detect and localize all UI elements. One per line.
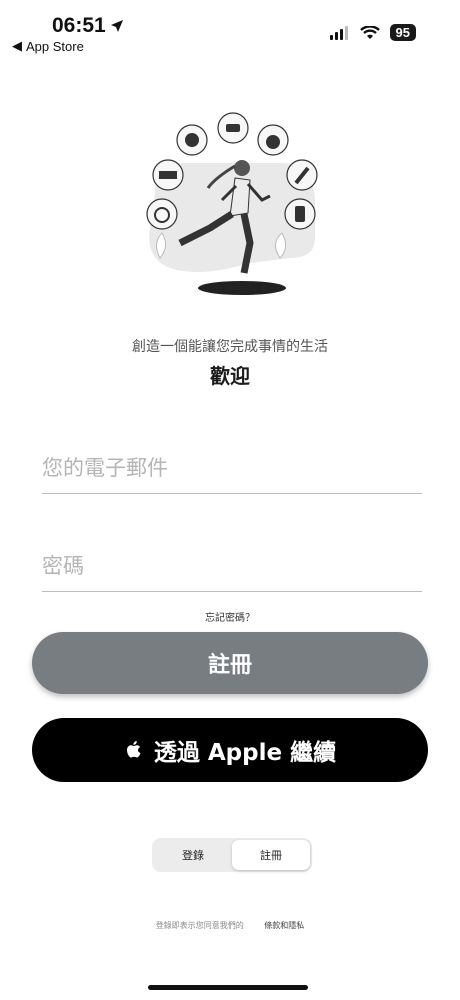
back-to-app-store[interactable]: ◀ App Store (12, 38, 84, 54)
password-input[interactable] (42, 540, 422, 591)
register-button[interactable]: 註冊 (32, 632, 428, 694)
tagline: 創造一個能讓您完成事情的生活 (132, 339, 328, 355)
status-bar: 06:51 ◀ App Store 95 (0, 0, 460, 60)
apple-logo-icon (126, 741, 141, 758)
tab-register[interactable]: 註冊 (232, 840, 310, 870)
auth-mode-segmented-control: 登錄 註冊 (152, 838, 312, 872)
status-time: 06:51 (52, 14, 124, 38)
back-triangle-icon: ◀ (12, 38, 22, 53)
status-time-text: 06:51 (52, 14, 106, 37)
password-field (42, 540, 422, 592)
home-indicator[interactable] (148, 985, 308, 990)
terms-privacy-link[interactable]: 條款和隱私 (264, 921, 304, 930)
forgot-password-link[interactable]: 忘記密碼？ (0, 609, 460, 624)
apple-button-label: 透過 Apple 繼續 (153, 740, 337, 766)
wifi-icon (359, 25, 380, 39)
tab-login[interactable]: 登錄 (154, 840, 232, 870)
cellular-signal-icon (329, 25, 348, 40)
welcome-heading: 歡迎 (210, 364, 250, 388)
location-arrow-icon (110, 20, 123, 32)
battery-indicator: 95 (389, 24, 416, 41)
back-label: App Store (26, 38, 84, 54)
email-input[interactable] (42, 442, 422, 493)
terms-prefix: 登錄即表示您同意我們的 (155, 921, 244, 930)
continue-with-apple-button[interactable]: 透過 Apple 繼續 (32, 718, 428, 782)
status-indicators: 95 (329, 24, 416, 41)
terms-notice: 登錄即表示您同意我們的 條款和隱私 (0, 920, 460, 931)
email-field (42, 442, 422, 494)
fitness-illustration (146, 112, 318, 295)
